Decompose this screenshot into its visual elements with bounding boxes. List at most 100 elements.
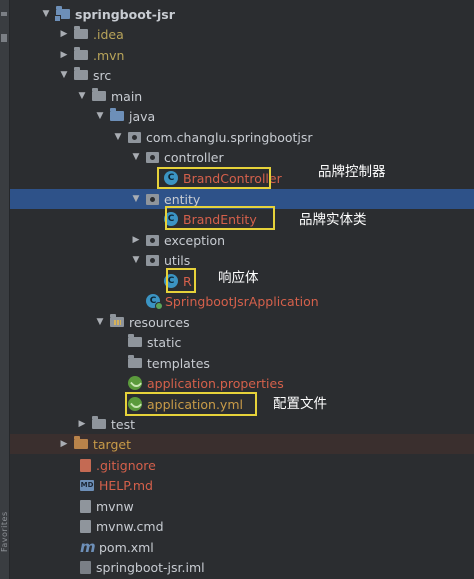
chevron-down-icon[interactable]: ▼ bbox=[94, 111, 106, 121]
tree-item-pom-xml[interactable]: m pom.xml bbox=[10, 537, 474, 557]
package-icon bbox=[146, 234, 159, 246]
tree-item-label: templates bbox=[147, 355, 210, 371]
tree-item-label: HELP.md bbox=[99, 477, 153, 493]
chevron-down-icon[interactable]: ▼ bbox=[112, 132, 124, 142]
tree-item-controller[interactable]: ▼ controller bbox=[10, 147, 474, 167]
tree-item-gitignore[interactable]: .gitignore bbox=[10, 455, 474, 475]
tree-item-label: SpringbootJsrApplication bbox=[165, 293, 319, 309]
left-tool-strip: Favorites bbox=[0, 0, 10, 579]
tree-item-application-yml[interactable]: application.yml bbox=[10, 394, 474, 414]
tree-item-label: BrandController bbox=[183, 170, 282, 186]
tree-item-label: mvnw.cmd bbox=[96, 518, 164, 534]
chevron-right-icon[interactable]: ▶ bbox=[130, 235, 142, 245]
tree-item-springboot-jsr-application[interactable]: C SpringbootJsrApplication bbox=[10, 291, 474, 311]
file-icon bbox=[80, 499, 91, 513]
tree-item-label: application.yml bbox=[147, 396, 243, 412]
folder-source-icon bbox=[110, 108, 124, 121]
spring-config-icon bbox=[128, 397, 142, 411]
class-icon: C bbox=[164, 274, 178, 288]
tree-item-label: com.changlu.springbootjsr bbox=[146, 129, 313, 145]
annotation-config: 配置文件 bbox=[273, 396, 327, 412]
chevron-down-icon[interactable]: ▼ bbox=[40, 9, 52, 19]
tree-item-idea[interactable]: ▶ .idea bbox=[10, 24, 474, 44]
chevron-right-icon[interactable]: ▶ bbox=[76, 419, 88, 429]
tool-strip-mark bbox=[1, 34, 7, 42]
tree-item-label: .mvn bbox=[93, 47, 125, 63]
tree-item-java[interactable]: ▼ java bbox=[10, 106, 474, 126]
tree-item-mvn[interactable]: ▶ .mvn bbox=[10, 45, 474, 65]
annotation-entity: 品牌实体类 bbox=[299, 212, 367, 228]
tree-item-entity[interactable]: ▼ entity bbox=[10, 189, 474, 209]
chevron-right-icon[interactable]: ▶ bbox=[58, 439, 70, 449]
tree-item-springboot-jsr[interactable]: ▼ springboot-jsr bbox=[10, 4, 474, 24]
iml-file-icon bbox=[80, 560, 91, 574]
tree-item-label: mvnw bbox=[96, 498, 134, 514]
tree-item-springboot-jsr-iml[interactable]: springboot-jsr.iml bbox=[10, 557, 474, 577]
tree-item-label: springboot-jsr.iml bbox=[96, 559, 205, 575]
chevron-right-icon[interactable]: ▶ bbox=[58, 50, 70, 60]
chevron-right-icon[interactable]: ▶ bbox=[58, 29, 70, 39]
package-icon bbox=[146, 254, 159, 266]
tree-item-application-properties[interactable]: application.properties bbox=[10, 373, 474, 393]
tree-item-label: utils bbox=[164, 252, 191, 268]
chevron-down-icon[interactable]: ▼ bbox=[130, 152, 142, 162]
tree-item-main[interactable]: ▼ main bbox=[10, 86, 474, 106]
tree-item-label: controller bbox=[164, 149, 224, 165]
tree-item-label: src bbox=[93, 67, 112, 83]
tree-item-label: application.properties bbox=[147, 375, 284, 391]
tree-item-brand-controller[interactable]: C BrandController bbox=[10, 168, 474, 188]
class-icon: C bbox=[164, 171, 178, 185]
chevron-down-icon[interactable]: ▼ bbox=[58, 70, 70, 80]
markdown-file-icon: MD bbox=[80, 479, 94, 491]
tree-item-help-md[interactable]: MD HELP.md bbox=[10, 475, 474, 495]
tree-item-label: resources bbox=[129, 314, 190, 330]
tree-item-label: static bbox=[147, 334, 182, 350]
tree-item-mvnw[interactable]: mvnw bbox=[10, 496, 474, 516]
tree-item-label: main bbox=[111, 88, 143, 104]
spring-app-class-icon: C bbox=[146, 294, 163, 310]
folder-icon bbox=[74, 67, 88, 80]
tree-item-mvnw-cmd[interactable]: mvnw.cmd bbox=[10, 516, 474, 536]
tree-item-label: .gitignore bbox=[96, 457, 156, 473]
annotation-controller: 品牌控制器 bbox=[318, 164, 386, 180]
folder-icon bbox=[74, 47, 88, 60]
maven-icon: m bbox=[80, 538, 96, 556]
tree-item-label: target bbox=[93, 436, 132, 452]
folder-icon bbox=[92, 416, 106, 429]
tree-item-static[interactable]: static bbox=[10, 332, 474, 352]
class-icon: C bbox=[164, 212, 178, 226]
folder-icon bbox=[128, 355, 142, 368]
gitignore-file-icon bbox=[80, 458, 91, 472]
tree-item-templates[interactable]: templates bbox=[10, 353, 474, 373]
tree-item-label: BrandEntity bbox=[183, 211, 257, 227]
folder-icon bbox=[92, 88, 106, 101]
chevron-down-icon[interactable]: ▼ bbox=[76, 91, 88, 101]
folder-resources-icon bbox=[110, 314, 124, 327]
project-tree: ▼ springboot-jsr ▶ .idea ▶ .mvn ▼ src ▼ … bbox=[10, 0, 474, 579]
tree-item-exception[interactable]: ▶ exception bbox=[10, 230, 474, 250]
tree-item-label: R bbox=[183, 273, 192, 289]
tree-item-root-package[interactable]: ▼ com.changlu.springbootjsr bbox=[10, 127, 474, 147]
annotation-response: 响应体 bbox=[218, 270, 259, 286]
tree-item-test[interactable]: ▶ test bbox=[10, 414, 474, 434]
tree-item-target[interactable]: ▶ target bbox=[10, 434, 474, 454]
tree-item-label: springboot-jsr bbox=[75, 6, 175, 22]
tree-item-brand-entity[interactable]: C BrandEntity bbox=[10, 209, 474, 229]
favorites-tab[interactable]: Favorites bbox=[0, 498, 10, 552]
folder-module-icon bbox=[54, 6, 70, 22]
tool-strip-mark bbox=[1, 12, 7, 16]
tree-item-resources[interactable]: ▼ resources bbox=[10, 312, 474, 332]
folder-excluded-icon bbox=[74, 436, 88, 449]
tree-item-label: pom.xml bbox=[99, 539, 154, 555]
chevron-down-icon[interactable]: ▼ bbox=[130, 194, 142, 204]
tree-item-label: .idea bbox=[93, 26, 124, 42]
chevron-down-icon[interactable]: ▼ bbox=[94, 317, 106, 327]
spring-config-icon bbox=[128, 376, 142, 390]
package-icon bbox=[146, 151, 159, 163]
tree-item-label: entity bbox=[164, 191, 201, 207]
package-icon bbox=[128, 131, 141, 143]
chevron-down-icon[interactable]: ▼ bbox=[130, 255, 142, 265]
tree-item-src[interactable]: ▼ src bbox=[10, 65, 474, 85]
tree-item-label: java bbox=[129, 108, 156, 124]
package-icon bbox=[146, 193, 159, 205]
